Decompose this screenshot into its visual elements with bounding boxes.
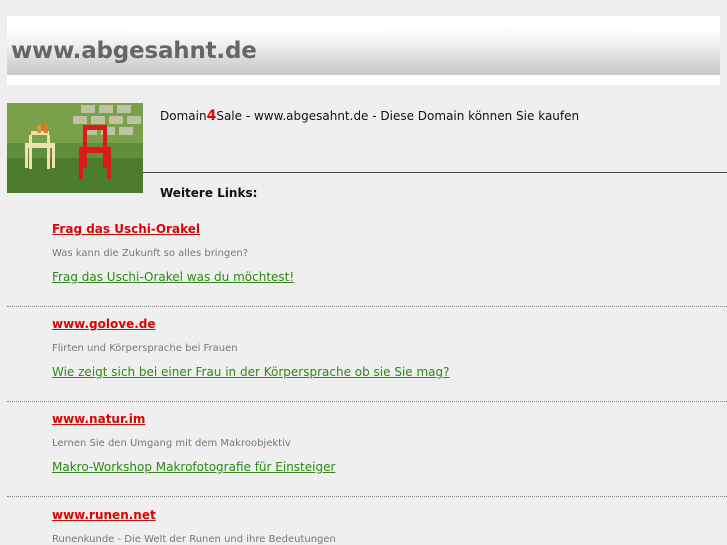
list-item: www.runen.net Runenkunde - Die Welt der …	[52, 508, 727, 545]
divider-dotted	[7, 401, 727, 402]
domain-sale-text: Domain4Sale - www.abgesahnt.de - Diese D…	[160, 108, 579, 124]
divider-dotted	[7, 496, 727, 497]
entry-description: Lernen Sie den Umgang mit dem Makroobjek…	[52, 438, 291, 449]
entry-detail-link[interactable]: Frag das Uschi-Orakel was du möchtest!	[52, 270, 727, 284]
more-links-heading: Weitere Links:	[160, 186, 258, 200]
entry-description: Was kann die Zukunft so alles bringen?	[52, 248, 249, 259]
list-item: www.golove.de Flirten und Körpersprache …	[52, 317, 727, 379]
domain-prefix: Domain	[160, 109, 207, 123]
chairs-photo	[7, 103, 143, 193]
divider-solid	[143, 172, 727, 173]
divider-dotted	[7, 306, 727, 307]
entry-description: Runenkunde - Die Welt der Runen und ihre…	[52, 534, 336, 545]
entry-title-link[interactable]: www.natur.im	[52, 412, 727, 426]
list-item: www.natur.im Lernen Sie den Umgang mit d…	[52, 412, 727, 474]
entry-title-link[interactable]: www.golove.de	[52, 317, 727, 331]
entry-title-link[interactable]: Frag das Uschi-Orakel	[52, 222, 727, 236]
entry-description: Flirten und Körpersprache bei Frauen	[52, 343, 238, 354]
list-item: Frag das Uschi-Orakel Was kann die Zukun…	[52, 222, 727, 284]
domain-suffix: Sale - www.abgesahnt.de - Diese Domain k…	[216, 109, 580, 123]
entry-title-link[interactable]: www.runen.net	[52, 508, 727, 522]
site-header: www.abgesahnt.de	[7, 16, 720, 85]
entry-detail-link[interactable]: Wie zeigt sich bei einer Frau in der Kör…	[52, 365, 727, 379]
site-title: www.abgesahnt.de	[11, 38, 257, 64]
domain-accent: 4	[206, 108, 217, 124]
entry-detail-link[interactable]: Makro-Workshop Makrofotografie für Einst…	[52, 460, 727, 474]
